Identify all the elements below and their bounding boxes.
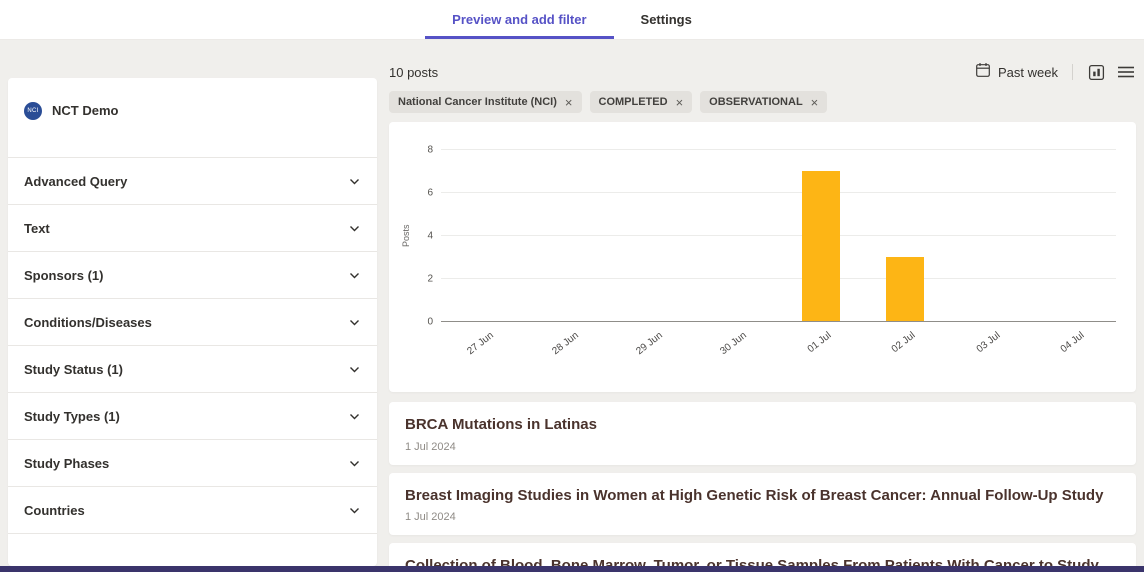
gridline [441,235,1116,236]
chevron-down-icon [348,410,361,423]
sidebar-section-study-status-1[interactable]: Study Status (1) [8,346,377,393]
chevron-down-icon [348,504,361,517]
filter-chip-label: OBSERVATIONAL [709,96,803,108]
tab-label: Preview and add filter [452,12,587,27]
sidebar-section-conditions-diseases[interactable]: Conditions/Diseases [8,299,377,346]
results-toolbar: 10 posts Past week [389,62,1136,82]
x-tick-label: 03 Jul [974,330,1003,356]
x-tick-label: 02 Jul [890,330,918,356]
sidebar-section-study-phases[interactable]: Study Phases [8,440,377,487]
sidebar-section-label: Countries [24,502,85,518]
remove-filter-icon[interactable]: × [676,96,684,109]
bottom-strip [0,566,1144,572]
sidebar-section-sponsors-1[interactable]: Sponsors (1) [8,252,377,299]
chevron-down-icon [348,269,361,282]
chevron-down-icon [348,363,361,376]
top-tab-bar: Preview and add filter Settings [0,0,1144,40]
workspace-name: NCT Demo [52,103,119,118]
sidebar-section-countries[interactable]: Countries [8,487,377,534]
workspace-logo-icon: NCI [24,101,42,120]
tab-preview-and-add-filter[interactable]: Preview and add filter [425,0,614,39]
filter-chip-observational: OBSERVATIONAL × [700,91,828,113]
y-tick-label: 4 [427,230,433,242]
main-panel: 10 posts Past week National Cancer Insti… [389,62,1136,566]
sidebar-section-label: Study Status (1) [24,361,123,377]
x-tick-label: 01 Jul [805,330,834,356]
x-tick-label: 30 Jun [718,330,750,358]
remove-filter-icon[interactable]: × [811,96,819,109]
chevron-down-icon [348,222,361,235]
posts-bar-chart: Posts 0 2 4 6 8 27 Jun 28 Jun 29 Jun 30 Jun 01 J… [399,145,1116,380]
y-tick-label: 2 [427,273,433,285]
post-date: 1 Jul 2024 [405,511,456,523]
date-range-label: Past week [998,64,1058,80]
chevron-down-icon [348,175,361,188]
tab-settings[interactable]: Settings [614,0,719,39]
sidebar-section-label: Text [24,220,50,236]
chart-plot-area [441,149,1116,322]
sidebar-section-study-types-1[interactable]: Study Types (1) [8,393,377,440]
posts-chart-card: Posts 0 2 4 6 8 27 Jun 28 Jun 29 Jun 30 Jun 01 J… [389,122,1136,392]
gridline [441,278,1116,279]
y-tick-label: 8 [427,144,433,156]
filter-chip-label: National Cancer Institute (NCI) [398,96,557,108]
post-card[interactable]: Collection of Blood, Bone Marrow, Tumor,… [389,543,1136,566]
post-title: Breast Imaging Studies in Women at High … [405,486,1104,504]
filter-sidebar: NCI NCT Demo Advanced Query Text Sponsors … [8,78,377,566]
list-view-icon[interactable] [1116,63,1136,81]
y-tick-label: 6 [427,187,433,199]
chevron-down-icon [348,457,361,470]
bar-01-jul[interactable] [801,170,840,321]
sidebar-section-text[interactable]: Text [8,205,377,252]
gridline [441,149,1116,150]
sidebar-section-label: Sponsors (1) [24,267,104,283]
y-tick-label: 0 [427,316,433,328]
bar-02-jul[interactable] [886,256,925,321]
x-tick-label: 28 Jun [549,330,581,358]
app-root: Preview and add filter Settings NCI NCT … [0,0,1144,572]
workspace-header: NCI NCT Demo [8,78,377,158]
chart-y-axis-label: Posts [401,224,411,248]
tab-label: Settings [640,12,692,27]
filter-chip-national-cancer-institute-nci: National Cancer Institute (NCI) × [389,91,582,113]
post-card[interactable]: Breast Imaging Studies in Women at High … [389,472,1136,535]
chart-y-ticks: 0 2 4 6 8 [413,145,441,328]
remove-filter-icon[interactable]: × [565,96,573,109]
filter-chip-label: COMPLETED [598,96,668,108]
sidebar-section-label: Conditions/Diseases [24,314,152,330]
gridline [441,192,1116,193]
post-list: BRCA Mutations in Latinas 1 Jul 2024 Breas… [389,402,1136,566]
post-date: 1 Jul 2024 [405,440,456,453]
x-tick-label: 27 Jun [465,330,496,358]
post-title: Collection of Blood, Bone Marrow, Tumor,… [405,557,1099,566]
sidebar-section-advanced-query[interactable]: Advanced Query [8,158,377,205]
sidebar-section-label: Study Types (1) [24,408,120,424]
x-tick-label: 04 Jul [1058,330,1087,356]
post-title: BRCA Mutations in Latinas [405,416,597,433]
calendar-icon [975,62,991,83]
sidebar-sections: Advanced Query Text Sponsors (1) Conditions… [8,158,377,534]
date-range-button[interactable]: Past week [975,62,1058,83]
chevron-down-icon [348,316,361,329]
toolbar-divider [1072,64,1073,80]
chart-view-icon[interactable] [1087,63,1106,82]
active-filter-chips: National Cancer Institute (NCI) × COMPLETE… [389,91,1136,113]
posts-count: 10 posts [389,64,439,80]
content-area: NCI NCT Demo Advanced Query Text Sponsors … [0,40,1144,566]
filter-chip-completed: COMPLETED × [589,91,693,113]
post-card[interactable]: BRCA Mutations in Latinas 1 Jul 2024 [389,402,1136,465]
sidebar-section-label: Advanced Query [24,173,128,189]
x-tick-label: 29 Jun [634,330,665,358]
sidebar-section-label: Study Phases [24,455,110,471]
chart-x-ticks: 27 Jun 28 Jun 29 Jun 30 Jun 01 Jul 02 Jul 03 J… [441,322,1116,380]
toolbar-controls: Past week [975,62,1136,83]
